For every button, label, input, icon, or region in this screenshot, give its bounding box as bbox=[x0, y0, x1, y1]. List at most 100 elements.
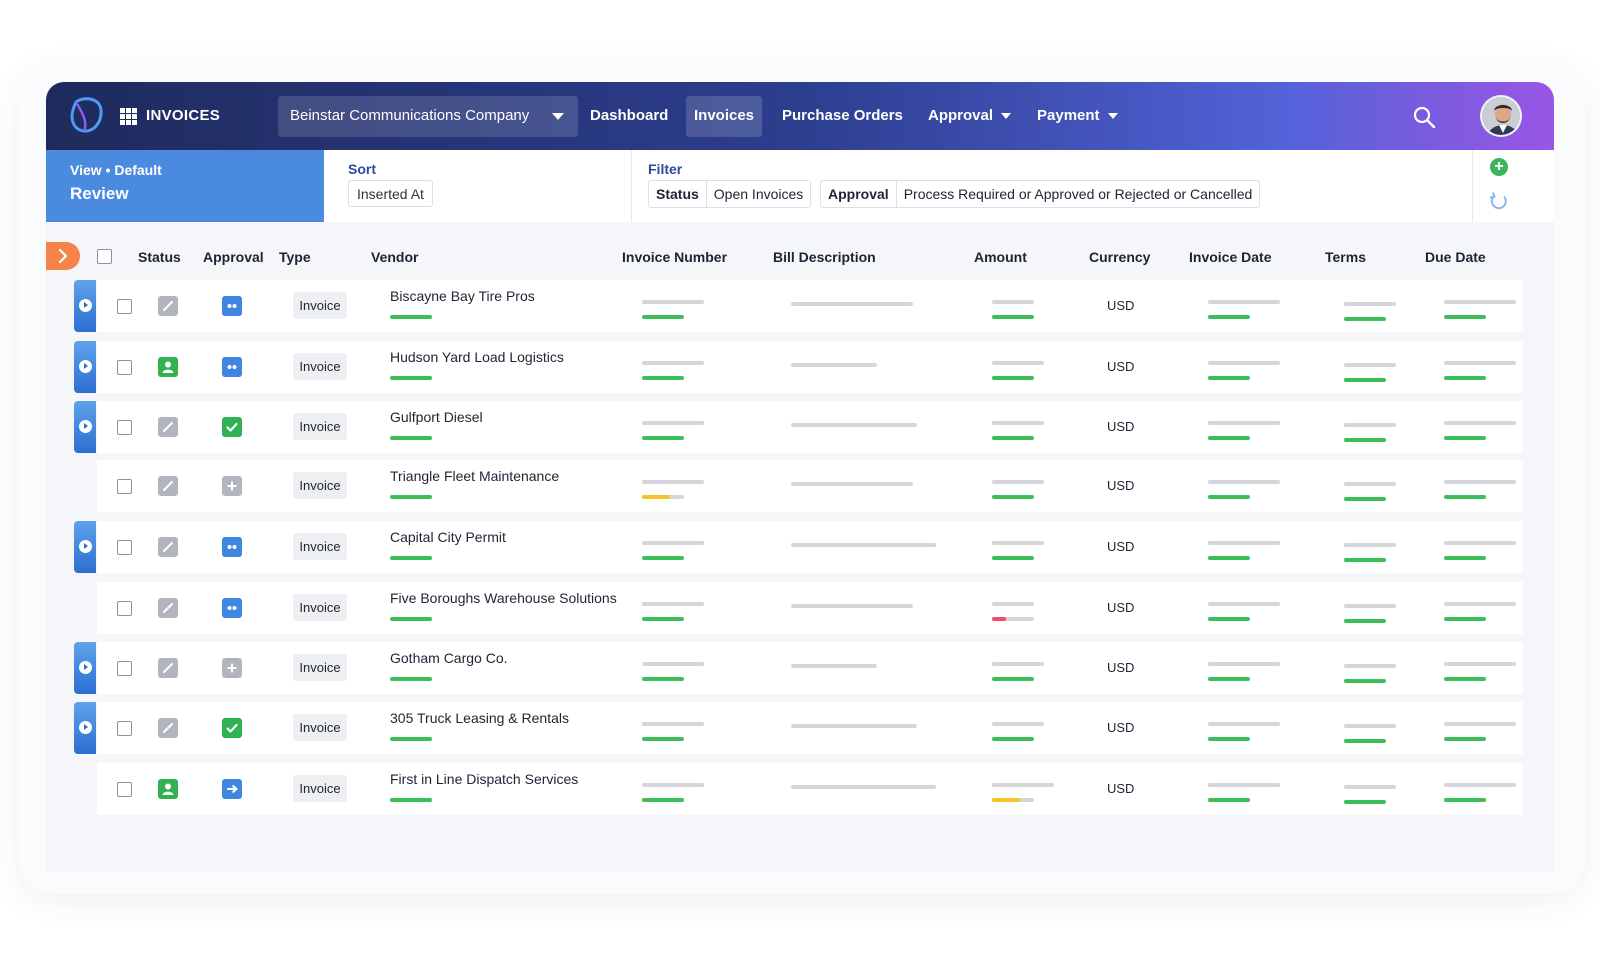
column-header-amount[interactable]: Amount bbox=[974, 249, 1027, 265]
row-checkbox[interactable] bbox=[117, 721, 132, 736]
expand-sidebar-button[interactable] bbox=[46, 242, 80, 270]
sort-value[interactable]: Inserted At bbox=[348, 180, 433, 207]
row-preview-toggle[interactable] bbox=[74, 280, 96, 332]
column-header-status[interactable]: Status bbox=[138, 249, 181, 265]
table-row[interactable]: Invoice Gulfport Diesel USD bbox=[97, 401, 1523, 453]
vendor-link[interactable]: First in Line Dispatch Services bbox=[390, 771, 578, 787]
row-checkbox[interactable] bbox=[117, 661, 132, 676]
column-header-type[interactable]: Type bbox=[279, 249, 311, 265]
invoice-number-progress bbox=[642, 436, 684, 440]
arrow-icon[interactable] bbox=[222, 779, 242, 799]
edit-icon[interactable] bbox=[158, 537, 178, 557]
dots-icon[interactable] bbox=[222, 357, 242, 377]
vendor-link[interactable]: Gulfport Diesel bbox=[390, 409, 483, 425]
invoice-date-progress bbox=[1208, 315, 1250, 319]
row-preview-toggle[interactable] bbox=[74, 521, 96, 573]
vendor-link[interactable]: 305 Truck Leasing & Rentals bbox=[390, 710, 569, 726]
select-all-checkbox[interactable] bbox=[97, 249, 112, 264]
row-checkbox[interactable] bbox=[117, 540, 132, 555]
filter-chip-approval[interactable]: Approval Process Required or Approved or… bbox=[820, 180, 1261, 208]
row-checkbox[interactable] bbox=[117, 360, 132, 375]
check-icon[interactable] bbox=[222, 718, 242, 738]
view-selector[interactable]: View • Default Review bbox=[46, 150, 332, 222]
table-row[interactable]: Invoice Hudson Yard Load Logistics USD bbox=[97, 341, 1523, 393]
filter-chip-value: Process Required or Approved or Rejected… bbox=[903, 186, 1253, 202]
column-header-due-date[interactable]: Due Date bbox=[1425, 249, 1486, 265]
amount-progress bbox=[992, 617, 1006, 621]
person-icon[interactable] bbox=[158, 357, 178, 377]
plus-icon[interactable] bbox=[222, 658, 242, 678]
edit-icon[interactable] bbox=[158, 296, 178, 316]
vendor-link[interactable]: Hudson Yard Load Logistics bbox=[390, 349, 564, 365]
due-date-placeholder bbox=[1444, 300, 1516, 304]
type-badge: Invoice bbox=[293, 654, 347, 681]
row-checkbox[interactable] bbox=[117, 420, 132, 435]
due-date-placeholder bbox=[1444, 361, 1516, 365]
row-checkbox[interactable] bbox=[117, 782, 132, 797]
terms-progress bbox=[1344, 317, 1386, 321]
plus-icon[interactable] bbox=[222, 476, 242, 496]
table-row[interactable]: Invoice Biscayne Bay Tire Pros USD bbox=[97, 280, 1523, 332]
person-icon[interactable] bbox=[158, 779, 178, 799]
row-preview-toggle[interactable] bbox=[74, 341, 96, 393]
column-header-vendor[interactable]: Vendor bbox=[371, 249, 418, 265]
terms-placeholder bbox=[1344, 423, 1396, 427]
brand-logo-icon[interactable] bbox=[68, 96, 104, 134]
play-icon bbox=[79, 540, 92, 553]
check-icon[interactable] bbox=[222, 417, 242, 437]
user-avatar[interactable] bbox=[1480, 95, 1522, 137]
row-checkbox[interactable] bbox=[117, 601, 132, 616]
vendor-link[interactable]: Gotham Cargo Co. bbox=[390, 650, 508, 666]
row-checkbox[interactable] bbox=[117, 299, 132, 314]
dots-icon[interactable] bbox=[222, 598, 242, 618]
apps-grid-icon[interactable] bbox=[120, 108, 137, 125]
row-preview-toggle[interactable] bbox=[74, 702, 96, 754]
table-row[interactable]: Invoice Capital City Permit USD bbox=[97, 521, 1523, 573]
row-preview-toggle[interactable] bbox=[74, 642, 96, 694]
edit-icon[interactable] bbox=[158, 598, 178, 618]
vendor-link[interactable]: Biscayne Bay Tire Pros bbox=[390, 288, 535, 304]
company-selector[interactable]: Beinstar Communications Company bbox=[278, 96, 578, 137]
table-row[interactable]: Invoice 305 Truck Leasing & Rentals USD bbox=[97, 702, 1523, 754]
column-header-bill-description[interactable]: Bill Description bbox=[773, 249, 876, 265]
vendor-link[interactable]: Triangle Fleet Maintenance bbox=[390, 468, 559, 484]
column-header-invoice-number[interactable]: Invoice Number bbox=[622, 249, 727, 265]
nav-invoices[interactable]: Invoices bbox=[686, 96, 763, 137]
dots-icon[interactable] bbox=[222, 537, 242, 557]
edit-icon[interactable] bbox=[158, 417, 178, 437]
bill-description-placeholder bbox=[791, 724, 917, 728]
edit-icon[interactable] bbox=[158, 476, 178, 496]
search-icon[interactable] bbox=[1412, 105, 1436, 129]
invoice-date-placeholder bbox=[1208, 421, 1280, 425]
table-row[interactable]: Invoice Gotham Cargo Co. USD bbox=[97, 642, 1523, 694]
edit-icon[interactable] bbox=[158, 718, 178, 738]
column-header-approval[interactable]: Approval bbox=[203, 249, 264, 265]
edit-icon[interactable] bbox=[158, 658, 178, 678]
due-date-progress bbox=[1444, 617, 1486, 621]
terms-progress bbox=[1344, 739, 1386, 743]
filter-chip-status[interactable]: Status Open Invoices bbox=[648, 180, 812, 208]
nav-purchase-orders[interactable]: Purchase Orders bbox=[774, 96, 911, 137]
table-row[interactable]: Invoice Triangle Fleet Maintenance USD bbox=[97, 460, 1523, 512]
column-header-invoice-date[interactable]: Invoice Date bbox=[1189, 249, 1271, 265]
vendor-status-bar bbox=[390, 617, 432, 621]
vendor-link[interactable]: Five Boroughs Warehouse Solutions bbox=[390, 590, 617, 606]
terms-placeholder bbox=[1344, 543, 1396, 547]
refresh-icon[interactable] bbox=[1489, 191, 1509, 211]
table-row[interactable]: Invoice Five Boroughs Warehouse Solutions… bbox=[97, 582, 1523, 634]
vendor-link[interactable]: Capital City Permit bbox=[390, 529, 506, 545]
invoice-date-progress bbox=[1208, 556, 1250, 560]
column-header-currency[interactable]: Currency bbox=[1089, 249, 1150, 265]
nav-payment[interactable]: Payment bbox=[1029, 96, 1126, 137]
row-preview-toggle[interactable] bbox=[74, 401, 96, 453]
amount-progress bbox=[992, 677, 1034, 681]
nav-dashboard[interactable]: Dashboard bbox=[582, 96, 676, 137]
dots-icon[interactable] bbox=[222, 296, 242, 316]
add-filter-icon[interactable]: + bbox=[1490, 158, 1508, 176]
bill-description-placeholder bbox=[791, 543, 936, 547]
table-row[interactable]: Invoice First in Line Dispatch Services US… bbox=[97, 763, 1523, 815]
column-header-terms[interactable]: Terms bbox=[1325, 249, 1366, 265]
nav-approval[interactable]: Approval bbox=[920, 96, 1019, 137]
row-checkbox[interactable] bbox=[117, 479, 132, 494]
terms-progress bbox=[1344, 679, 1386, 683]
